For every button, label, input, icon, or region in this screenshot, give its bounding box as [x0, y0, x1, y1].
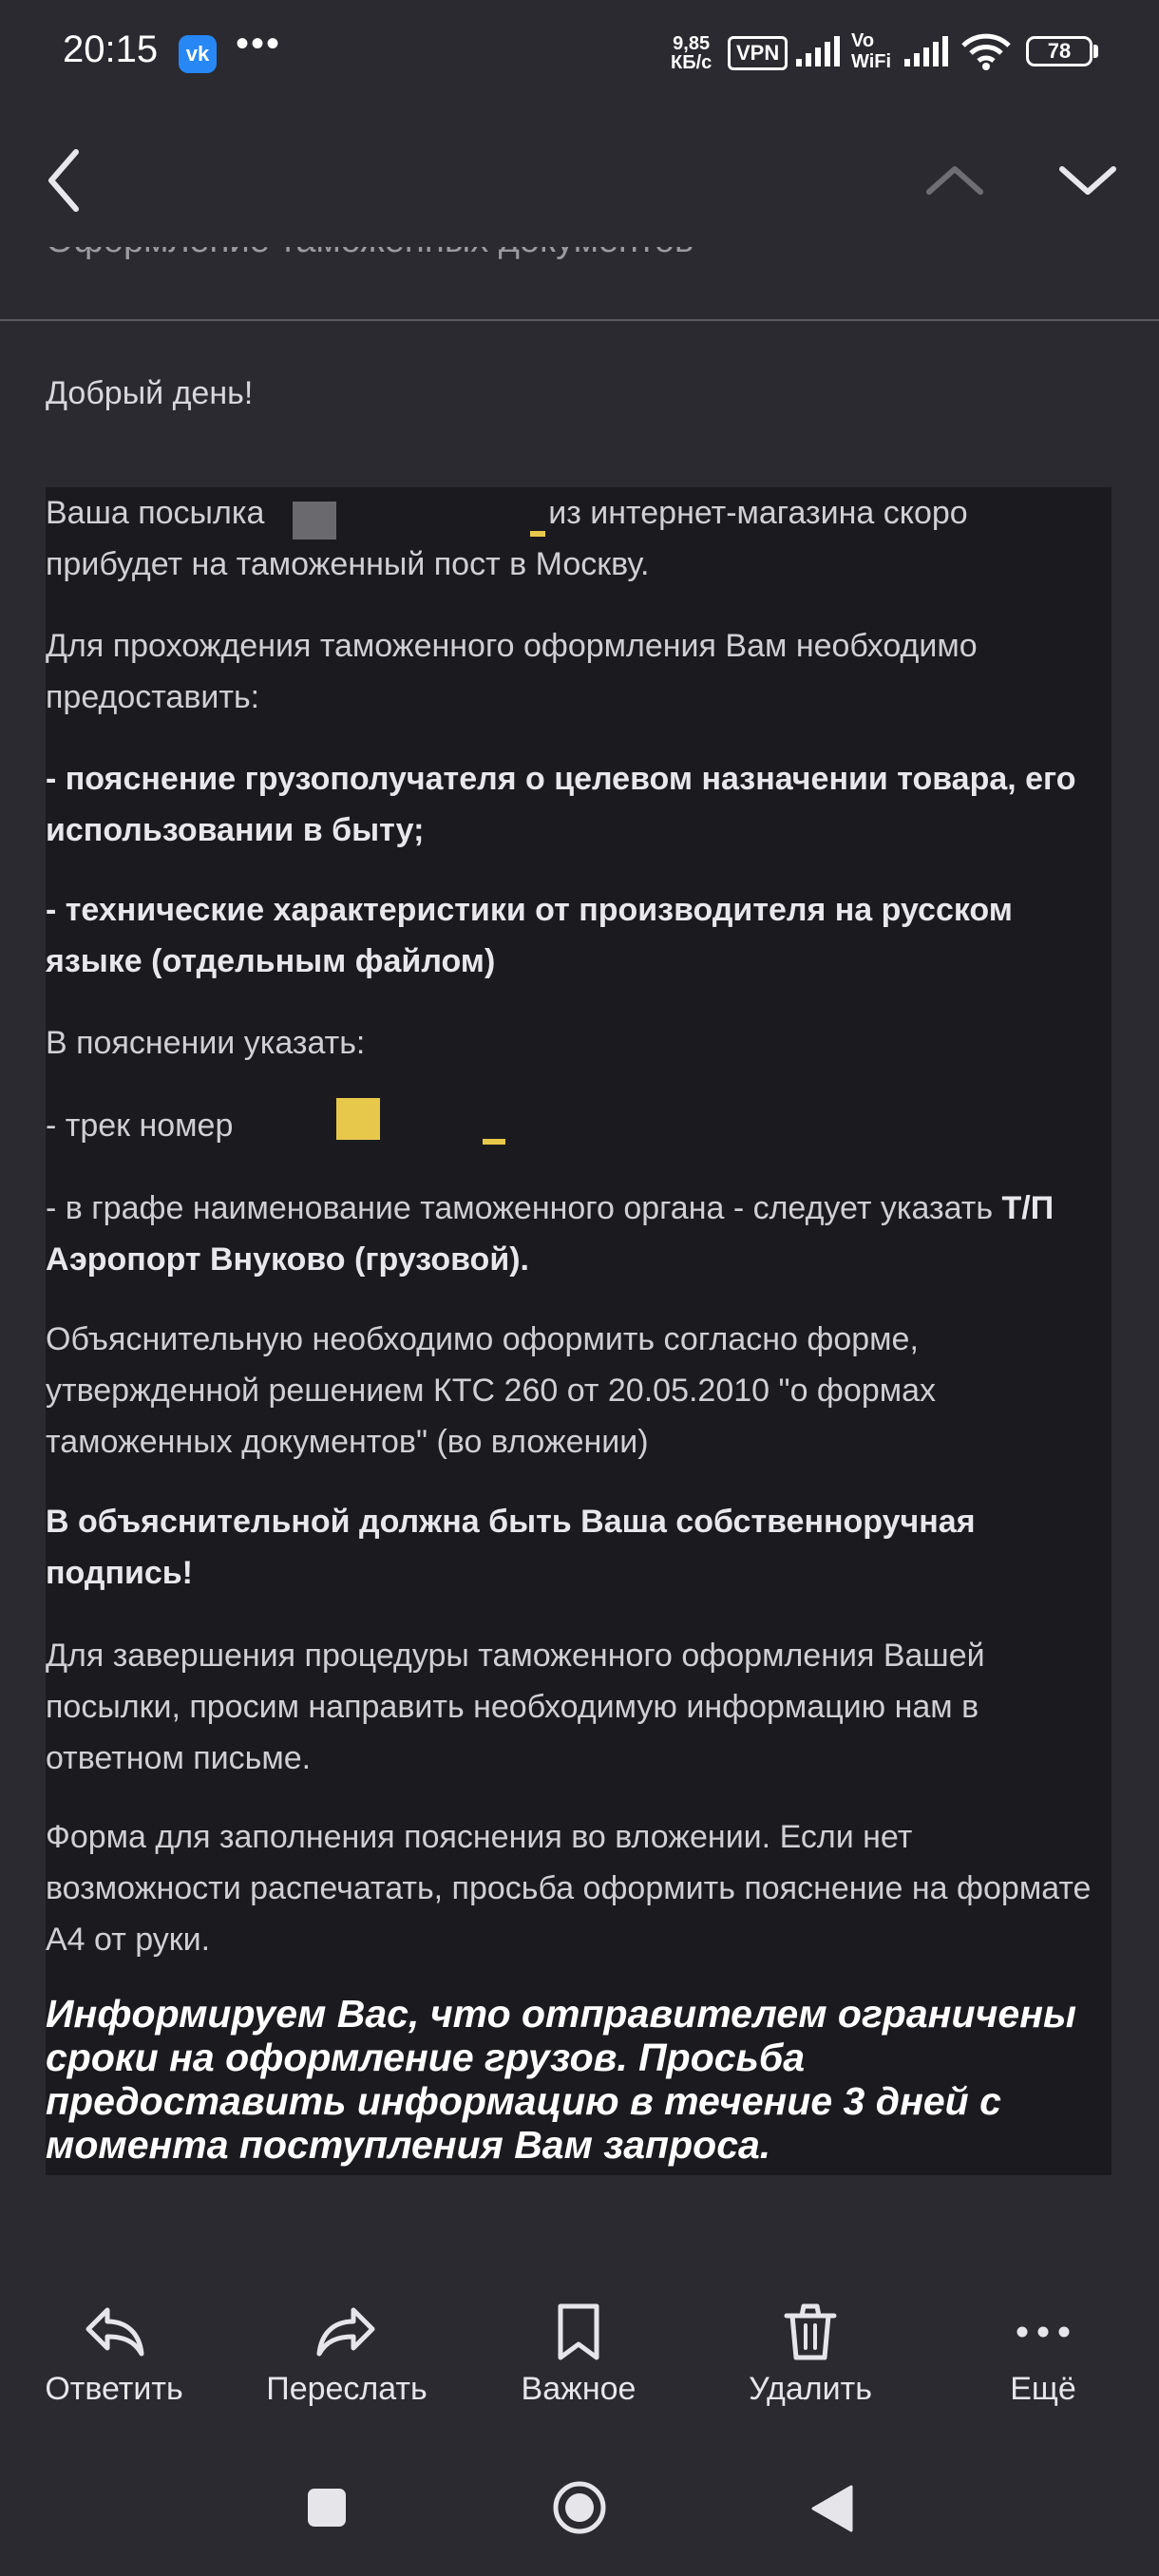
network-speed: 9,85 КБ/с: [671, 34, 712, 72]
paragraph-package: Ваша посылка из интернет-магазина скоро …: [46, 487, 1110, 590]
email-subject: Оформление таможенных документов: [46, 247, 711, 266]
network-speed-value: 9,85: [673, 33, 711, 54]
chevron-up-icon[interactable]: [912, 152, 998, 209]
more-notifications-icon: •••: [236, 23, 282, 65]
signal-icon: [904, 36, 948, 66]
vk-app-icon: vk: [179, 35, 217, 73]
vpn-badge: VPN: [728, 36, 788, 70]
paragraph-form: Объяснительную необходимо оформить согла…: [46, 1321, 937, 1460]
redaction-mark: [530, 531, 545, 537]
paragraph-attachment: Форма для заполнения пояснения во вложен…: [46, 1819, 1092, 1958]
battery-level: 78: [1047, 39, 1072, 63]
paragraph-requirements: Для прохождения таможенного оформления В…: [46, 628, 978, 715]
battery-tip: [1093, 45, 1098, 58]
paragraph-indicate: В пояснении указать:: [46, 1025, 366, 1061]
status-bar: 20:15 vk ••• 9,85 КБ/с VPN Vo WiFi 78: [0, 0, 1159, 104]
email-action-bar: Ответить Переслать Важное Удалить Ещё: [0, 2299, 1159, 2441]
recents-icon[interactable]: [306, 2487, 348, 2529]
reply-label: Ответить: [45, 2371, 183, 2407]
paragraph-package-a: Ваша посылка: [46, 495, 265, 531]
important-button[interactable]: Важное: [474, 2299, 683, 2408]
reply-button[interactable]: Ответить: [10, 2299, 218, 2408]
delete-button[interactable]: Удалить: [706, 2299, 915, 2408]
important-label: Важное: [521, 2371, 636, 2407]
paragraph-signature: В объяснительной должна быть Ваша собств…: [46, 1504, 976, 1591]
vowifi-top: Vo: [851, 30, 875, 51]
reply-icon: [86, 2307, 144, 2357]
more-button[interactable]: Ещё: [939, 2299, 1148, 2408]
vowifi-bottom: WiFi: [851, 51, 892, 72]
email-greeting: Добрый день!: [46, 375, 254, 411]
email-subject-text: Оформление таможенных документов: [46, 247, 711, 261]
redaction-mark: [483, 1139, 505, 1145]
system-nav-bar: [0, 2460, 1159, 2555]
home-icon[interactable]: [551, 2479, 608, 2536]
deadline-warning: Информируем Вас, что отправителем ограни…: [46, 1992, 1076, 2167]
email-body: Ваша посылка из интернет-магазина скоро …: [46, 487, 1112, 2175]
bookmark-icon: [558, 2303, 599, 2360]
more-icon: [1016, 2326, 1070, 2338]
chevron-down-icon[interactable]: [1045, 152, 1130, 209]
forward-icon: [316, 2307, 375, 2357]
back-nav-icon[interactable]: [808, 2483, 855, 2534]
redaction-mark: [336, 1098, 380, 1140]
wifi-icon: [961, 33, 1011, 70]
paragraph-track: - трек номер: [46, 1108, 234, 1144]
forward-button[interactable]: Переслать: [242, 2299, 451, 2408]
network-speed-unit: КБ/с: [671, 52, 712, 73]
paragraph-specs: - технические характеристики от производ…: [46, 892, 1013, 979]
paragraph-customs: - в графе наименование таможенного орган…: [46, 1183, 1110, 1285]
more-label: Ещё: [1010, 2371, 1076, 2407]
back-icon[interactable]: [38, 142, 95, 218]
paragraph-customs-a: - в графе наименование таможенного орган…: [46, 1190, 994, 1226]
paragraph-explanation: - пояснение грузополучателя о целевом на…: [46, 761, 1076, 848]
email-toolbar: Оформление таможенных документов: [0, 104, 1159, 321]
battery-icon: 78: [1026, 36, 1092, 66]
paragraph-completion: Для завершения процедуры таможенного офо…: [46, 1638, 985, 1776]
status-time: 20:15: [63, 28, 159, 70]
vowifi-indicator: Vo WiFi: [851, 30, 891, 72]
redaction-mark: [293, 502, 336, 540]
trash-icon: [784, 2303, 837, 2360]
forward-label: Переслать: [266, 2371, 428, 2407]
signal-icon: [796, 36, 840, 66]
delete-label: Удалить: [749, 2371, 872, 2407]
